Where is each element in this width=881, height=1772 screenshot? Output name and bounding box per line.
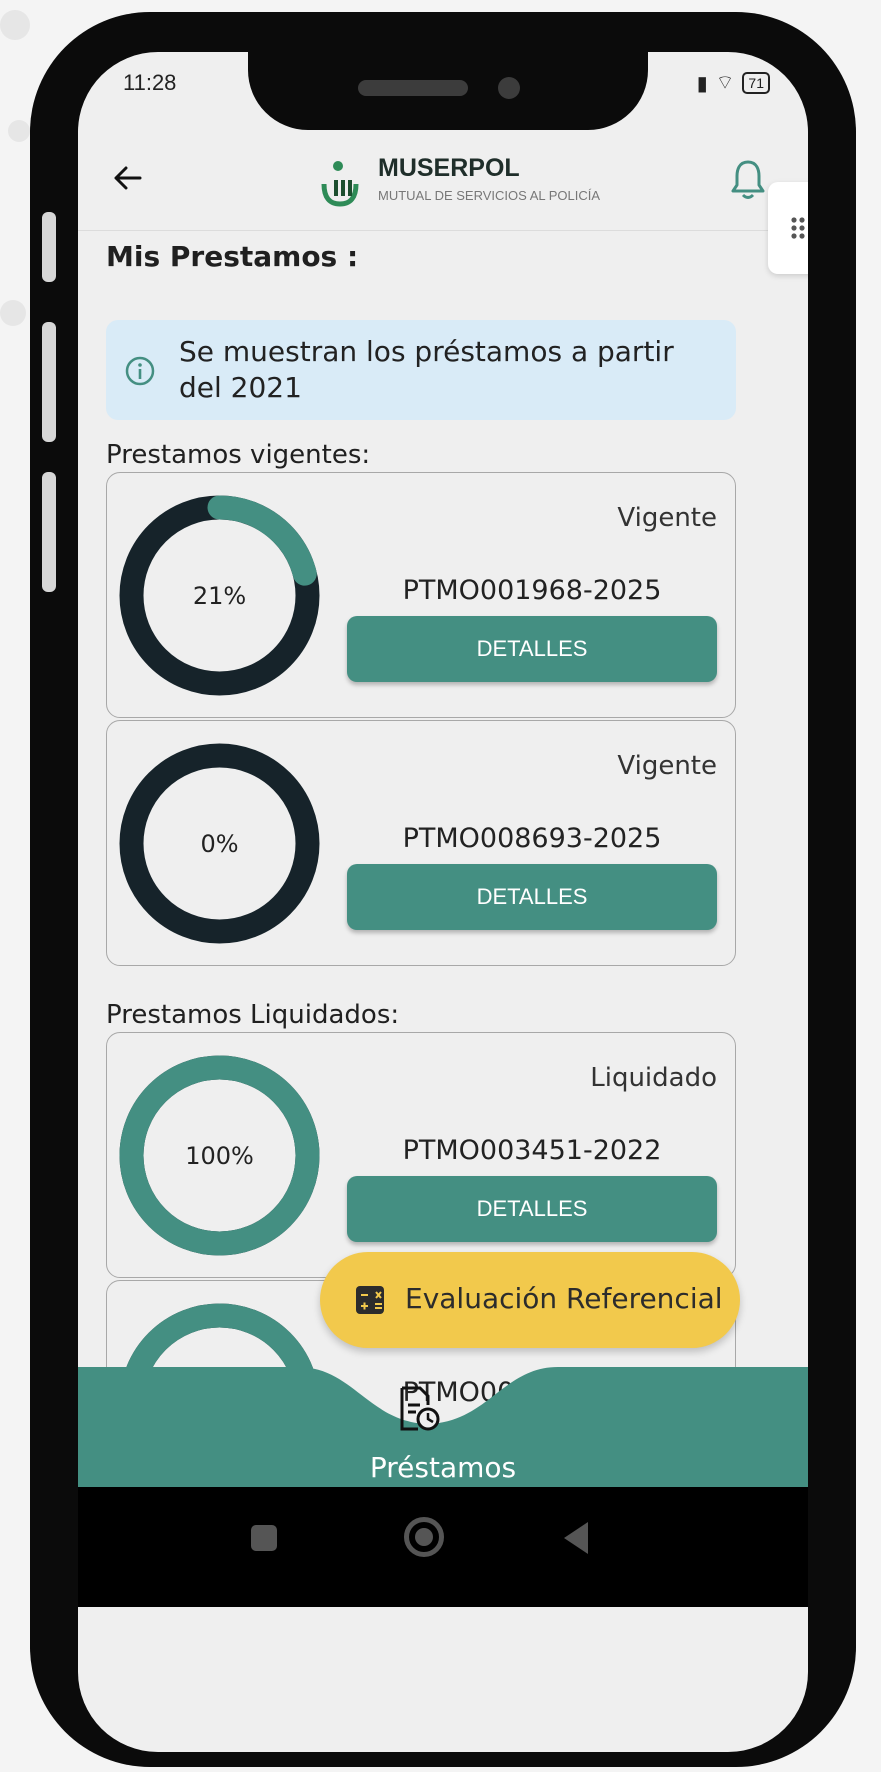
system-back-button[interactable] xyxy=(564,1522,588,1554)
brand-name: MUSERPOL xyxy=(378,154,520,182)
loan-card: 0% Vigente PTMO008693-2025 DETALLES xyxy=(106,720,736,966)
progress-label: 100% xyxy=(185,1141,254,1170)
loan-card: 21% Vigente PTMO001968-2025 DETALLES xyxy=(106,472,736,718)
recents-button[interactable] xyxy=(251,1525,277,1551)
fab-label: Evaluación Referencial xyxy=(405,1282,723,1315)
section-label-liquidados: Prestamos Liquidados: xyxy=(106,1000,400,1030)
brand-tagline: MUTUAL DE SERVICIOS AL POLICÍA xyxy=(378,188,601,203)
progress-label: 0% xyxy=(200,829,239,858)
speaker xyxy=(358,80,468,96)
phone-side-button xyxy=(42,472,56,592)
calculator-icon xyxy=(356,1286,384,1314)
loan-status: Liquidado xyxy=(590,1063,717,1093)
info-banner: Se muestran los préstamos a partir del 2… xyxy=(106,320,736,420)
system-navigation-bar xyxy=(78,1487,808,1607)
details-button[interactable]: DETALLES xyxy=(347,1176,717,1242)
app-bar: MUSERPOL MUTUAL DE SERVICIOS AL POLICÍA xyxy=(78,120,808,231)
bottom-navigation: Préstamos xyxy=(78,1367,808,1487)
back-arrow-icon[interactable] xyxy=(108,158,148,198)
background-decoration xyxy=(0,10,30,40)
loan-code: PTMO003451-2022 xyxy=(402,1135,662,1166)
camera-notch xyxy=(248,52,648,130)
loan-status: Vigente xyxy=(617,503,717,533)
home-button[interactable] xyxy=(404,1517,444,1557)
details-button[interactable]: DETALLES xyxy=(347,864,717,930)
loan-history-icon[interactable] xyxy=(398,1385,440,1433)
nav-label-prestamos[interactable]: Préstamos xyxy=(78,1451,808,1484)
loan-card: 100% Liquidado PTMO003451-2022 DETALLES xyxy=(106,1032,736,1278)
grip-dots-icon xyxy=(791,217,805,239)
signal-icon: ▮ xyxy=(696,70,708,95)
wifi-icon: ⌔ xyxy=(715,70,735,94)
logo-icon xyxy=(321,161,359,207)
info-text: Se muestran los préstamos a partir del 2… xyxy=(179,335,674,404)
phone-screen: 11:28 ▮ ⌔ 71 MUSERPOL MUTUAL DE SERVICIO… xyxy=(78,52,808,1752)
loan-status: Vigente xyxy=(617,751,717,781)
phone-side-button xyxy=(42,212,56,282)
status-time: 11:28 xyxy=(123,70,177,95)
loan-code: PTMO008693-2025 xyxy=(402,823,662,854)
phone-frame: 11:28 ▮ ⌔ 71 MUSERPOL MUTUAL DE SERVICIO… xyxy=(30,12,856,1767)
battery-icon: 71 xyxy=(742,71,770,94)
status-icons: ▮ ⌔ 71 xyxy=(697,70,770,95)
phone-side-button xyxy=(42,322,56,442)
info-icon xyxy=(125,356,155,386)
details-button[interactable]: DETALLES xyxy=(347,616,717,682)
progress-label: 21% xyxy=(192,581,247,610)
front-camera xyxy=(498,77,520,99)
page-title: Mis Prestamos : xyxy=(106,240,359,273)
background-decoration xyxy=(0,300,26,326)
background-decoration xyxy=(8,120,30,142)
evaluacion-referencial-button[interactable]: Evaluación Referencial xyxy=(320,1252,740,1348)
section-label-vigentes: Prestamos vigentes: xyxy=(106,440,371,470)
drag-handle[interactable] xyxy=(768,182,808,274)
loan-code: PTMO001968-2025 xyxy=(402,575,662,606)
bell-icon[interactable] xyxy=(728,158,768,202)
